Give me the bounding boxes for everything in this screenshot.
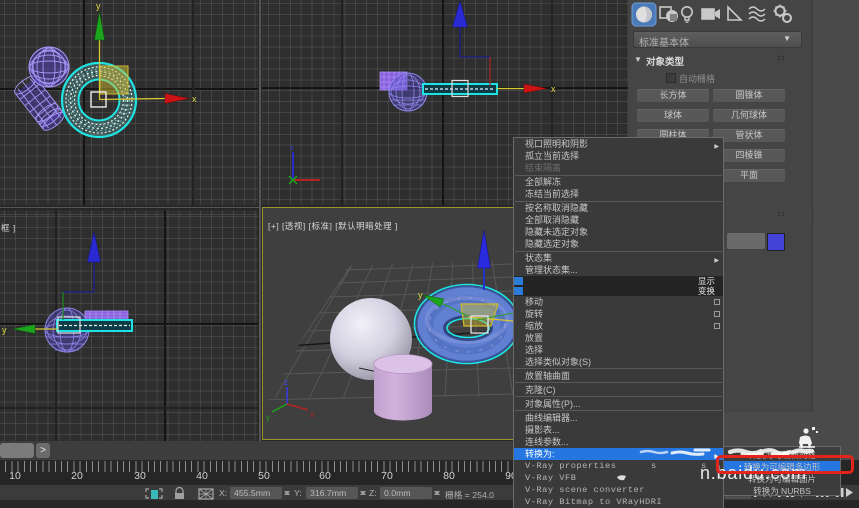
svg-text:y: y [418, 290, 423, 300]
svg-text:x: x [551, 84, 556, 94]
svg-text:y: y [266, 413, 270, 422]
svg-text:y: y [96, 1, 101, 11]
svg-text:x: x [192, 94, 197, 104]
svg-text:z: z [284, 378, 288, 387]
svg-text:z: z [290, 145, 294, 152]
svg-text:y: y [2, 325, 7, 335]
svg-text:x: x [310, 410, 314, 419]
